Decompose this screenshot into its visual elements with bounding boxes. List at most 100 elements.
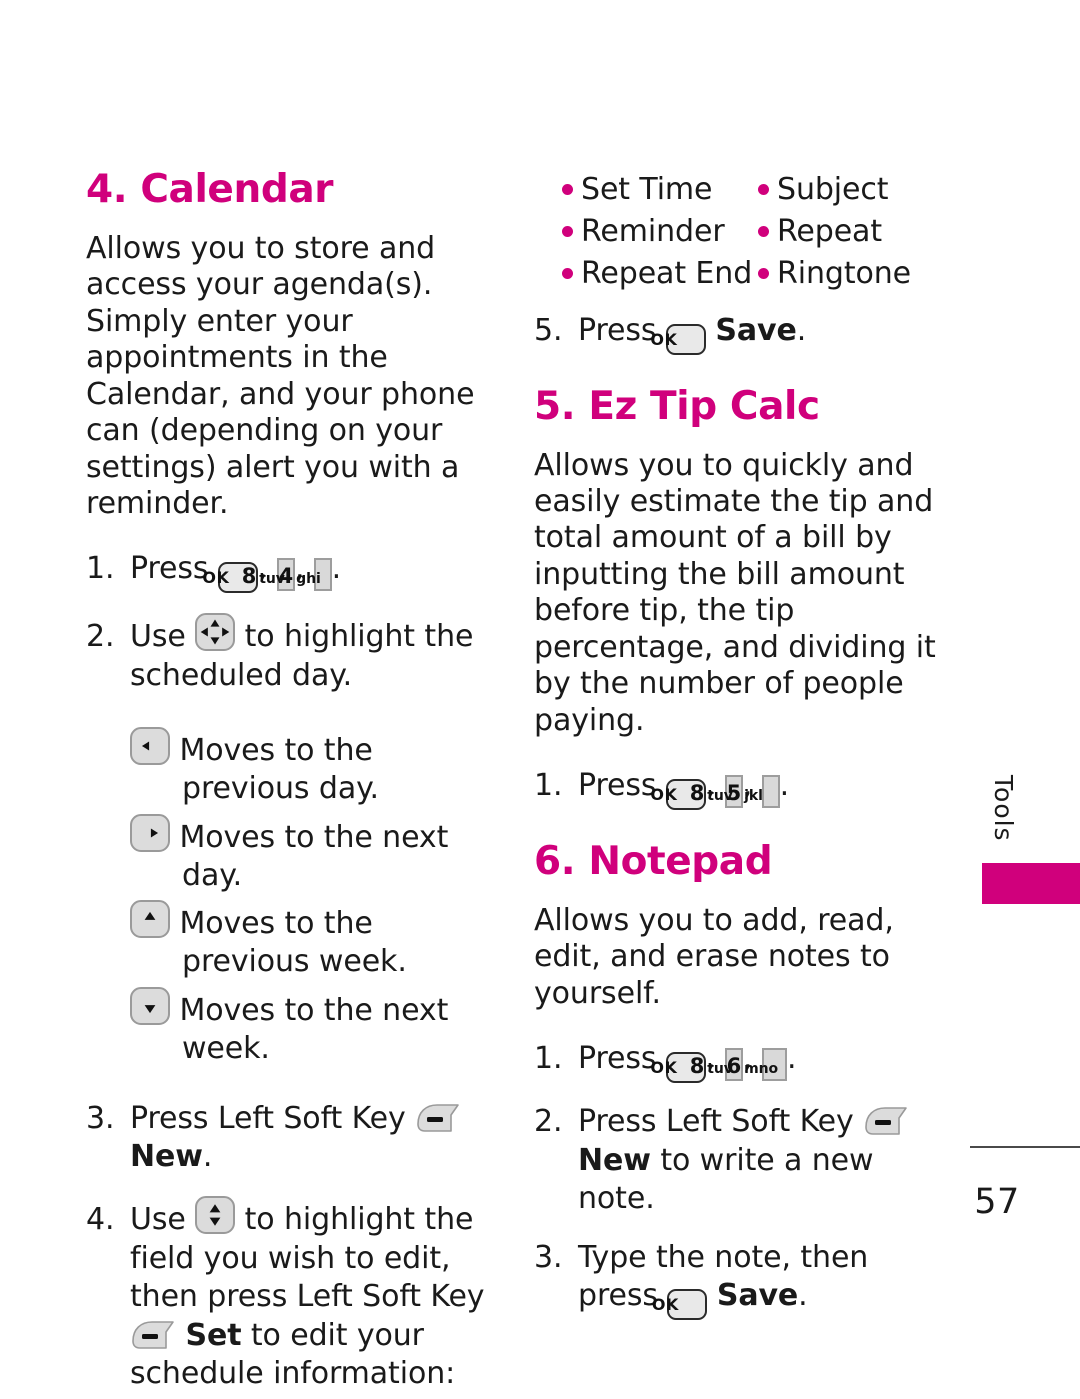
section-tab-marker xyxy=(982,863,1080,904)
nav-help-text: Moves to the previous week. xyxy=(179,906,407,980)
soft-key-label: New xyxy=(130,1138,203,1174)
calendar-step-5: 5. Press OK Save. xyxy=(534,312,954,355)
step-verb: Press xyxy=(578,1041,657,1077)
step-number: 3. xyxy=(534,1239,563,1275)
nav-help-next-day: Moves to the next day. xyxy=(86,813,498,895)
left-column: 4. Calendar Allows you to store and acce… xyxy=(86,167,498,1399)
left-soft-key-icon xyxy=(863,1105,909,1139)
manual-page: 4. Calendar Allows you to store and acce… xyxy=(0,0,1080,1391)
step-number: 1. xyxy=(86,551,115,587)
period: . xyxy=(798,1277,808,1313)
step-number: 4. xyxy=(86,1202,115,1238)
field-label: Set Time xyxy=(581,172,713,207)
ez-tip-calc-step-1: 1. Press OK, 8 tuv, 5 jkl. xyxy=(534,767,954,811)
bullet-dot-icon xyxy=(562,225,573,237)
ez-tip-calc-heading: 5. Ez Tip Calc xyxy=(534,383,820,429)
notepad-step-2: 2. Press Left Soft Key New to write a new… xyxy=(534,1103,954,1218)
field-label: Reminder xyxy=(581,213,725,249)
step-verb: Use xyxy=(130,1202,186,1238)
bullet-dot-icon xyxy=(562,267,573,279)
key-letters: ghi xyxy=(296,571,321,588)
period: . xyxy=(787,1041,797,1077)
key-digit: 4 xyxy=(278,564,294,589)
nav-help-previous-week: Moves to the previous week. xyxy=(86,900,498,981)
notepad-step-1: 1.Press OK, 8tuv, 6mno. xyxy=(534,1040,954,1084)
period: . xyxy=(331,551,342,587)
key-digit: 8 xyxy=(689,781,705,806)
step-text: Press Left Soft Key xyxy=(578,1104,854,1140)
calendar-step-1: 1. Press OK, 8 tuv, 4 ghi. xyxy=(86,550,498,594)
nav-help-previous-day: Moves to the previous day. xyxy=(86,727,498,808)
list-item: Repeat xyxy=(758,212,954,252)
step-number: 3. xyxy=(86,1100,115,1136)
nav-help-text: Moves to the previous day. xyxy=(179,733,379,807)
nav-help-text: Moves to the next week. xyxy=(179,993,449,1066)
list-item: Subject xyxy=(758,170,954,210)
save-label: Save xyxy=(715,312,797,348)
list-item: Ringtone xyxy=(758,254,954,294)
key-letters: mno xyxy=(744,1061,779,1078)
calendar-description: Allows you to store and access your agen… xyxy=(86,230,475,521)
calendar-step-3: 3. Press Left Soft Key New. xyxy=(86,1100,498,1177)
arrow-right-key-icon xyxy=(130,813,170,852)
step-number: 1. xyxy=(534,1041,563,1077)
key-letters: jkl xyxy=(744,788,763,805)
step-number: 1. xyxy=(534,768,563,804)
step-verb: Use xyxy=(130,619,186,655)
step-number: 2. xyxy=(534,1104,563,1140)
right-column: Set Time Subject Reminder Repeat Repeat … xyxy=(534,170,954,1326)
section-tab-label: Tools xyxy=(989,775,1018,842)
bullet-dot-icon xyxy=(758,225,769,237)
left-soft-key-icon xyxy=(415,1102,461,1136)
step-text: Press Left Soft Key xyxy=(130,1100,406,1136)
nav-help-next-week: Moves to the next week. xyxy=(86,987,498,1068)
up-down-nav-key-icon xyxy=(195,1196,236,1235)
key-4-ghi-icon: 4 ghi xyxy=(279,558,332,592)
soft-key-label: Set xyxy=(185,1317,242,1353)
bullet-dot-icon xyxy=(562,184,573,195)
ok-key-icon: OK xyxy=(652,1288,708,1320)
save-label: Save xyxy=(716,1277,799,1313)
ok-key-icon: OK xyxy=(650,323,706,355)
notepad-step-3: 3. Type the note, then press OK Save. xyxy=(534,1239,954,1320)
list-item: Repeat End xyxy=(562,254,758,294)
key-digit: 5 xyxy=(726,781,742,806)
step-number: 2. xyxy=(86,619,115,655)
step-verb: Press xyxy=(578,768,657,804)
field-label: Repeat End xyxy=(581,255,753,291)
notepad-heading: 6. Notepad xyxy=(534,839,773,885)
key-digit: 6 xyxy=(726,1054,742,1079)
bullet-dot-icon xyxy=(758,184,769,195)
key-digit: 8 xyxy=(241,564,257,589)
calendar-step-2: 2. Use to highlight the scheduled day. xyxy=(86,613,498,695)
list-item: Reminder xyxy=(562,212,758,252)
step-number: 5. xyxy=(534,312,563,348)
key-6-mno-icon: 6 mno xyxy=(727,1048,788,1082)
calendar-heading: 4. Calendar xyxy=(86,167,334,212)
left-soft-key-icon xyxy=(130,1319,176,1353)
key-5-jkl-icon: 5 jkl xyxy=(727,775,780,809)
soft-key-label: New xyxy=(578,1142,651,1178)
page-number: 57 xyxy=(974,1182,1020,1222)
nav-help-text: Moves to the next day. xyxy=(179,819,449,893)
key-digit: 8 xyxy=(689,1054,705,1079)
footer-divider xyxy=(970,1146,1080,1148)
bullet-dot-icon xyxy=(758,267,769,279)
arrow-up-key-icon xyxy=(130,900,170,939)
field-label: Ringtone xyxy=(777,255,912,291)
step-verb: Press xyxy=(130,551,209,587)
ez-tip-calc-description: Allows you to quickly and easily estimat… xyxy=(534,447,936,738)
list-item: Set Time xyxy=(562,170,758,210)
calendar-field-list: Set Time Subject Reminder Repeat Repeat … xyxy=(562,170,954,294)
arrow-left-key-icon xyxy=(130,727,170,766)
period: . xyxy=(796,312,807,348)
